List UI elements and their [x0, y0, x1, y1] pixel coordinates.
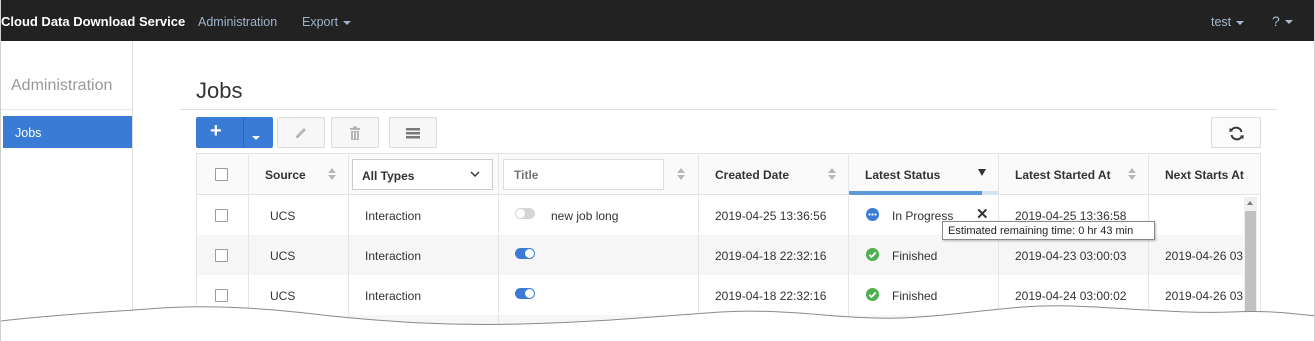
remaining-time-tooltip: Estimated remaining time: 0 hr 43 min [942, 221, 1155, 240]
chevron-down-icon [1236, 20, 1245, 25]
refresh-button[interactable] [1211, 117, 1261, 148]
pencil-icon [296, 128, 306, 138]
scroll-up-icon[interactable] [1247, 201, 1253, 205]
delete-job-button[interactable] [331, 117, 379, 148]
user-name: test [1211, 15, 1232, 29]
cell-source: UCS [270, 249, 296, 263]
add-dropdown-toggle[interactable] [252, 130, 260, 144]
header-latest-status[interactable]: Latest Status [865, 168, 940, 182]
chevron-down-icon [252, 135, 260, 140]
trash-icon [350, 126, 360, 140]
sidebar-title: Administration [11, 77, 113, 94]
nav-administration[interactable]: Administration [198, 15, 277, 29]
cell-created: 2019-04-18 22:32:16 [715, 249, 827, 263]
cell-status: Finished [892, 249, 938, 263]
in-progress-icon [866, 208, 879, 221]
chevron-down-icon [1284, 20, 1293, 25]
cell-type: Interaction [365, 209, 422, 223]
sidebar-divider [1, 109, 132, 110]
cell-started: 2019-04-23 03:00:03 [1015, 249, 1127, 263]
row-checkbox[interactable] [215, 209, 228, 222]
type-filter-select[interactable]: All Types [352, 159, 493, 190]
help-menu[interactable]: ? [1272, 13, 1293, 29]
user-menu[interactable]: test [1211, 15, 1245, 29]
chevron-down-icon [470, 171, 480, 177]
enabled-toggle[interactable] [515, 208, 535, 219]
type-filter-value: All Types [362, 169, 415, 183]
cell-source: UCS [270, 209, 296, 223]
top-navbar: Cloud Data Download Service Administrati… [1, 0, 1314, 41]
cell-next: 2019-04-26 03 [1165, 249, 1244, 263]
brand-title[interactable]: Cloud Data Download Service [1, 14, 185, 29]
table-row[interactable]: UCS Interaction 2019-04-18 22:32:16 Fini… [196, 235, 1243, 275]
title-divider [180, 109, 1277, 110]
cell-type: Interaction [365, 249, 422, 263]
help-icon: ? [1272, 13, 1280, 29]
chevron-down-icon [343, 20, 352, 25]
status-column-progress-fill [848, 191, 982, 195]
sort-icon[interactable] [828, 168, 836, 182]
select-all-checkbox[interactable] [215, 168, 228, 181]
nav-export[interactable]: Export [302, 15, 352, 29]
check-circle-icon [866, 248, 879, 261]
columns-button[interactable] [389, 117, 437, 148]
app-window: Cloud Data Download Service Administrati… [0, 0, 1315, 341]
enabled-toggle[interactable] [515, 248, 535, 259]
add-job-button[interactable]: + [196, 117, 273, 148]
plus-icon: + [210, 120, 222, 142]
sort-icon[interactable] [328, 168, 336, 182]
list-icon [406, 128, 420, 139]
refresh-icon [1229, 126, 1244, 141]
sort-icon[interactable] [677, 168, 685, 182]
torn-edge [1, 305, 1314, 341]
sidebar-item-jobs[interactable]: Jobs [3, 116, 132, 148]
title-filter-input[interactable] [503, 159, 664, 190]
page-title: Jobs [196, 78, 243, 103]
header-latest-started[interactable]: Latest Started At [1015, 168, 1111, 182]
status-column-progress [848, 191, 998, 195]
edit-job-button[interactable] [277, 117, 325, 148]
row-checkbox[interactable] [215, 249, 228, 262]
nav-export-label: Export [302, 15, 339, 29]
header-source[interactable]: Source [265, 168, 306, 182]
sort-icon[interactable] [1128, 168, 1136, 182]
header-created-date[interactable]: Created Date [715, 168, 789, 182]
grid-header: Source All Types Created Date Latest Sta… [196, 153, 1261, 195]
sort-desc-icon[interactable] [978, 169, 986, 176]
cell-title: new job long [551, 209, 619, 223]
cell-created: 2019-04-25 13:36:56 [715, 209, 827, 223]
header-next-starts[interactable]: Next Starts At [1165, 168, 1244, 182]
button-divider [243, 117, 244, 148]
